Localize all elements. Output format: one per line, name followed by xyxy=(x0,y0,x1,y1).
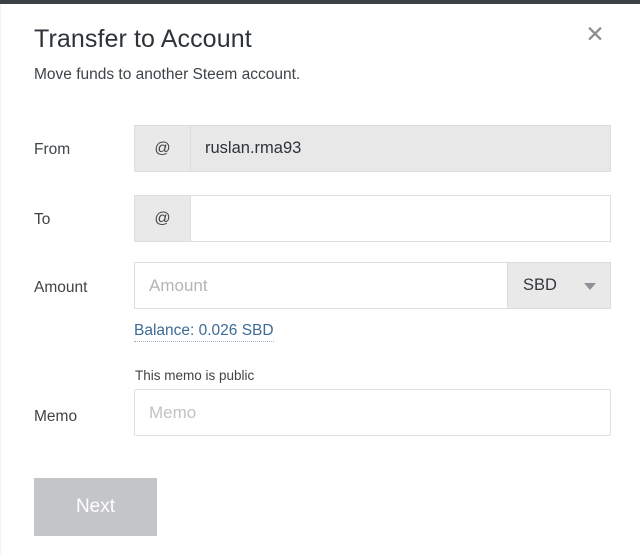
from-row: From @ xyxy=(1,114,640,184)
to-label: To xyxy=(34,211,51,228)
balance-row: Balance: 0.026 SBD xyxy=(1,322,640,360)
amount-label: Amount xyxy=(34,279,88,296)
currency-select-value: SBD xyxy=(523,276,557,294)
amount-row: Amount SBD xyxy=(1,254,640,322)
from-input-group: @ xyxy=(134,125,611,172)
to-account-input[interactable] xyxy=(190,195,611,242)
memo-row: Memo This memo is public xyxy=(1,360,640,458)
next-button[interactable]: Next xyxy=(34,478,157,536)
chevron-down-icon xyxy=(584,282,596,290)
amount-input-group: SBD xyxy=(134,262,611,309)
dialog-subtitle: Move funds to another Steem account. xyxy=(34,66,301,83)
at-symbol-icon-to: @ xyxy=(134,195,190,242)
from-account-input[interactable] xyxy=(190,125,611,172)
memo-input[interactable] xyxy=(134,389,611,436)
dialog-footer: Next xyxy=(1,474,640,554)
to-input-group: @ xyxy=(134,195,611,242)
from-label: From xyxy=(34,141,71,158)
close-icon[interactable]: ✕ xyxy=(581,20,609,48)
amount-input[interactable] xyxy=(134,262,507,309)
at-symbol-icon-from: @ xyxy=(134,125,190,172)
transfer-dialog: ✕ Transfer to Account Move funds to anot… xyxy=(0,4,640,554)
memo-public-hint: This memo is public xyxy=(135,368,255,383)
balance-link[interactable]: Balance: 0.026 SBD xyxy=(134,322,274,342)
to-row: To @ xyxy=(1,184,640,254)
dialog-title: Transfer to Account xyxy=(34,25,252,53)
memo-label: Memo xyxy=(34,408,78,425)
transfer-form: From @ To @ Amount SBD xyxy=(1,114,640,458)
currency-select[interactable]: SBD xyxy=(507,262,611,309)
